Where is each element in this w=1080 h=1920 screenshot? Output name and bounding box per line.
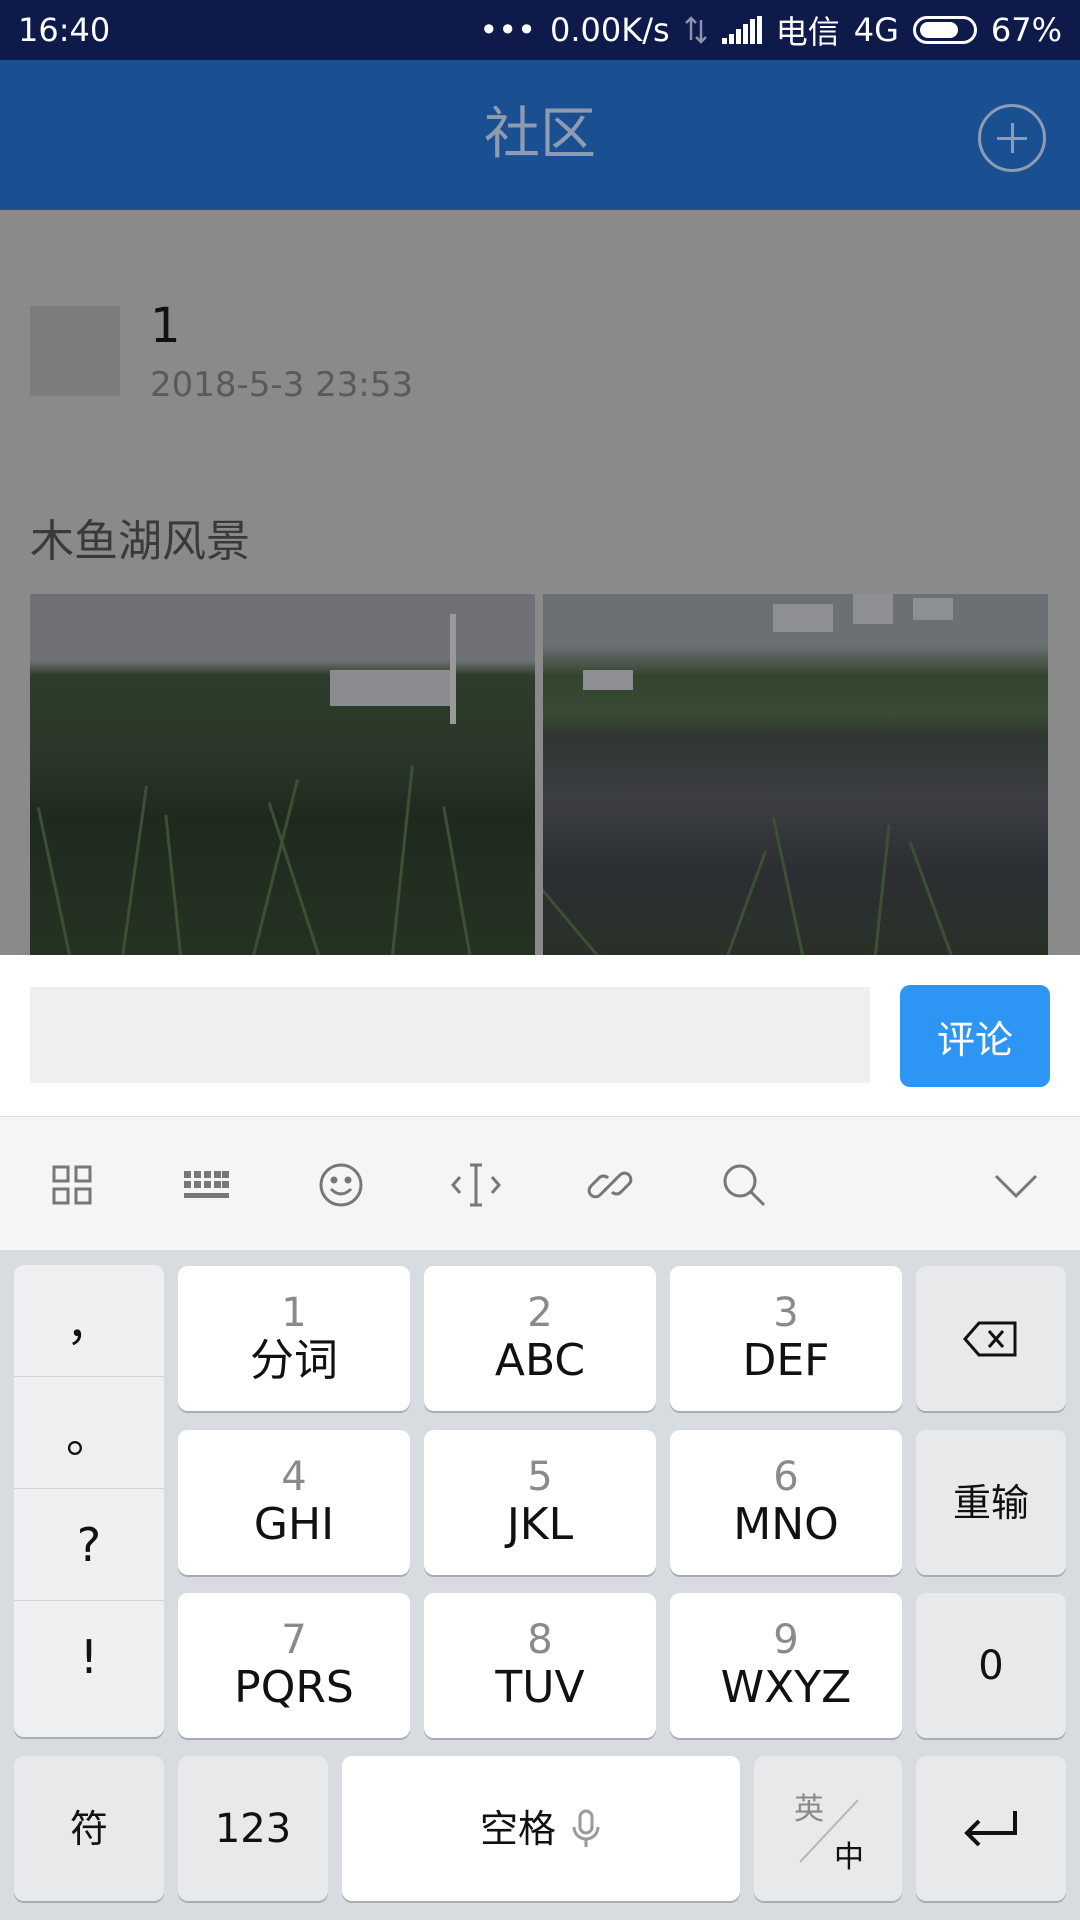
photo-grass: [723, 850, 767, 955]
retype-label: 重输: [952, 1480, 1029, 1525]
avatar[interactable]: [30, 306, 120, 396]
retype-key[interactable]: 重输: [916, 1430, 1066, 1575]
key-letters: PQRS: [234, 1661, 354, 1713]
photo-grass: [771, 816, 806, 955]
status-bar: 16:40 ••• 0.00K/s 电信 4G 67%: [0, 0, 1080, 60]
network-type: 4G: [853, 11, 899, 49]
data-transfer-icon: [684, 16, 707, 44]
key-number: 4: [281, 1453, 307, 1500]
comment-input[interactable]: [30, 987, 870, 1083]
key-number: 9: [773, 1616, 799, 1663]
space-label: 空格: [479, 1806, 556, 1851]
key-letters: JKL: [506, 1498, 574, 1550]
chevron-down-icon[interactable]: [986, 1155, 1046, 1215]
photo-building: [853, 594, 893, 624]
key-6[interactable]: 6 MNO: [670, 1430, 902, 1575]
page-title: 社区: [484, 102, 596, 167]
backspace-key[interactable]: [916, 1266, 1066, 1411]
network-speed: 0.00K/s: [550, 11, 670, 49]
microphone-icon: [572, 1809, 600, 1847]
photo-grass: [120, 785, 149, 955]
key-2[interactable]: 2 ABC: [424, 1266, 656, 1411]
key-number: 8: [527, 1616, 553, 1663]
link-icon[interactable]: [580, 1155, 640, 1215]
apps-grid-icon[interactable]: [42, 1155, 102, 1215]
key-1[interactable]: 1 分词: [178, 1266, 410, 1411]
comment-button[interactable]: 评论: [900, 985, 1050, 1087]
key-3[interactable]: 3 DEF: [670, 1266, 902, 1411]
photo-building: [330, 670, 450, 706]
enter-key[interactable]: [916, 1756, 1066, 1901]
post-timestamp: 2018-5-3 23:53: [150, 365, 414, 405]
key-letters: TUV: [495, 1661, 585, 1713]
key-7[interactable]: 7 PQRS: [178, 1593, 410, 1738]
punct-period-key[interactable]: 。: [14, 1377, 164, 1489]
key-5[interactable]: 5 JKL: [424, 1430, 656, 1575]
backspace-icon: [963, 1321, 1017, 1356]
lang-divider: [799, 1799, 859, 1863]
more-notifications-icon: •••: [479, 11, 537, 49]
key-letters: ABC: [494, 1334, 586, 1386]
key-letters: GHI: [253, 1498, 335, 1550]
language-switch-key[interactable]: 英 中: [754, 1756, 902, 1901]
photo-pole: [450, 614, 456, 724]
punct-question-key[interactable]: ?: [14, 1489, 164, 1601]
post-card: 1 2018-5-3 23:53 木鱼湖风景: [0, 210, 1080, 955]
photo-building: [773, 604, 833, 632]
status-indicators: ••• 0.00K/s 电信 4G 67%: [479, 7, 1062, 53]
symbols-key[interactable]: 符: [14, 1756, 164, 1901]
key-number: 1: [281, 1289, 307, 1336]
key-number: 2: [527, 1289, 553, 1336]
key-number: 5: [527, 1453, 553, 1500]
photo-grass: [390, 764, 414, 955]
post-photo-2[interactable]: [543, 594, 1048, 955]
punct-comma-key[interactable]: ，: [14, 1265, 164, 1377]
key-8[interactable]: 8 TUV: [424, 1593, 656, 1738]
cursor-move-icon[interactable]: [446, 1155, 506, 1215]
post-text: 木鱼湖风景: [30, 516, 250, 567]
key-number: 7: [281, 1616, 307, 1663]
numbers-label: 123: [214, 1805, 292, 1852]
battery-icon: [912, 16, 977, 44]
photo-building: [583, 670, 633, 690]
post-photo-1[interactable]: [30, 594, 535, 955]
comment-bar: 评论: [0, 955, 1080, 1117]
punct-exclaim-key[interactable]: !: [14, 1601, 164, 1713]
punctuation-column: ， 。 ? !: [14, 1265, 164, 1737]
keyboard-toolbar: [0, 1117, 1080, 1250]
key-letters: DEF: [742, 1334, 830, 1386]
photo-grass: [164, 814, 183, 955]
app-header: 社区: [0, 60, 1080, 210]
search-icon[interactable]: [714, 1155, 774, 1215]
photo-building: [913, 598, 953, 620]
photo-grass: [442, 806, 473, 955]
battery-percent: 67%: [990, 11, 1062, 49]
key-letters: MNO: [733, 1498, 839, 1550]
photo-grass: [267, 801, 323, 955]
key-9[interactable]: 9 WXYZ: [670, 1593, 902, 1738]
key-0[interactable]: 0: [916, 1593, 1066, 1738]
numbers-key[interactable]: 123: [178, 1756, 328, 1901]
keyboard: ， 。 ? ! 1 分词 2 ABC 3 DEF 4 GHI 5 JKL 6 M…: [0, 1250, 1080, 1920]
keyboard-layout-icon[interactable]: [176, 1155, 236, 1215]
signal-icon: [721, 16, 762, 44]
key-letters: 分词: [250, 1334, 338, 1386]
photo-grass: [543, 878, 606, 955]
photo-grass: [908, 841, 956, 955]
symbols-label: 符: [69, 1806, 108, 1851]
post-username: 1: [150, 298, 181, 354]
photo-grass: [36, 807, 73, 955]
emoji-icon[interactable]: [311, 1155, 371, 1215]
key-letters: WXYZ: [720, 1661, 852, 1713]
status-time: 16:40: [18, 11, 111, 49]
carrier-name: 电信: [775, 13, 840, 51]
key-number: 6: [773, 1453, 799, 1500]
space-key[interactable]: 空格: [342, 1756, 740, 1901]
photo-grass: [873, 824, 891, 955]
add-post-button[interactable]: [978, 104, 1046, 172]
enter-icon: [964, 1810, 1017, 1846]
key-4[interactable]: 4 GHI: [178, 1430, 410, 1575]
key-number: 3: [773, 1289, 799, 1336]
key-zero-label: 0: [978, 1642, 1004, 1689]
